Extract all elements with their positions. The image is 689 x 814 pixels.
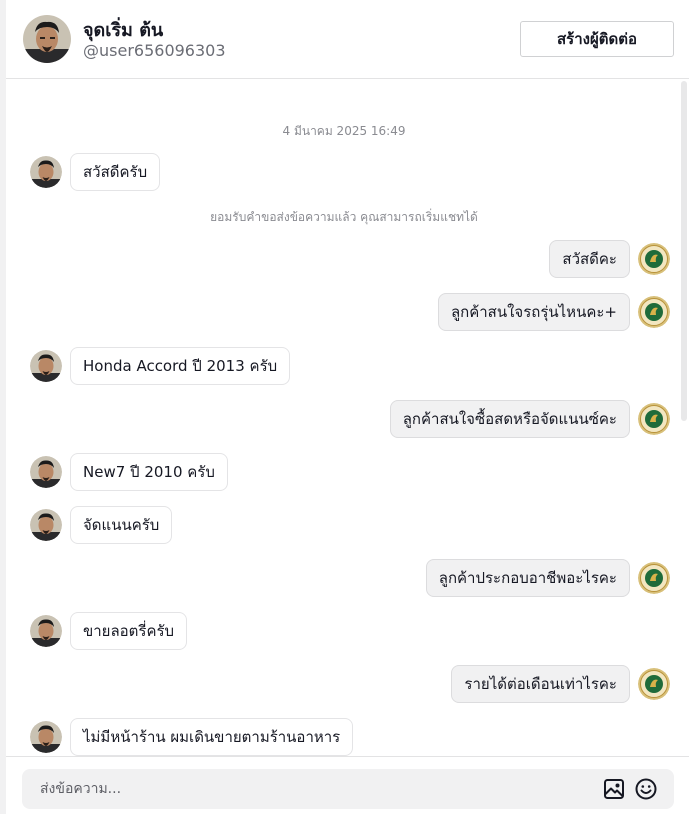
contact-name: จุดเริ่ม ต้น: [83, 20, 164, 41]
my-avatar-small[interactable]: [638, 562, 670, 594]
message-timestamp: 4 มีนาคม 2025 16:49: [282, 124, 406, 138]
create-contact-button[interactable]: สร้างผู้ติดต่อ: [520, 21, 674, 57]
my-avatar-small[interactable]: [638, 296, 670, 328]
message-bubble-received[interactable]: สวัสดีครับ: [70, 153, 161, 191]
message-row: ไม่มีหน้าร้าน ผมเดินขายตามร้านอาหาร: [30, 718, 354, 756]
message-bubble-sent[interactable]: ลูกค้าสนใจซื้อสดหรือจัดแนนซ์คะ: [389, 400, 630, 438]
message-list[interactable]: 4 มีนาคม 2025 16:49 สวัสดีครับ ยอมรับคำข…: [6, 79, 689, 756]
message-composer: [22, 769, 674, 809]
message-row: ขายลอตรี่ครับ: [30, 612, 188, 650]
message-bubble-received[interactable]: Honda Accord ปี 2013 ครับ: [70, 347, 291, 385]
message-bubble-received[interactable]: จัดแนนครับ: [70, 506, 173, 544]
contact-avatar-small[interactable]: [30, 721, 62, 753]
message-row: จัดแนนครับ: [30, 506, 173, 544]
emoji-icon[interactable]: [634, 777, 658, 801]
my-avatar-small[interactable]: [638, 243, 670, 275]
message-row: Honda Accord ปี 2013 ครับ: [30, 347, 291, 385]
message-bubble-sent[interactable]: รายได้ต่อเดือนเท่าไรคะ: [451, 665, 630, 703]
message-bubble-sent[interactable]: สวัสดีคะ: [549, 240, 630, 278]
image-icon[interactable]: [602, 777, 626, 801]
message-bubble-sent[interactable]: ลูกค้าสนใจรถรุ่นไหนคะ+: [437, 293, 630, 331]
message-input[interactable]: [22, 781, 602, 797]
message-row: ลูกค้าประกอบอาชีพอะไรคะ: [425, 559, 670, 597]
message-row: สวัสดีคะ: [549, 240, 670, 278]
message-row: รายได้ต่อเดือนเท่าไรคะ: [451, 665, 670, 703]
contact-avatar-small[interactable]: [30, 509, 62, 541]
message-row: New7 ปี 2010 ครับ: [30, 453, 228, 491]
message-bubble-received[interactable]: New7 ปี 2010 ครับ: [70, 453, 228, 491]
my-avatar-small[interactable]: [638, 668, 670, 700]
composer-area: [6, 756, 689, 814]
contact-avatar-small[interactable]: [30, 156, 62, 188]
message-row: ลูกค้าสนใจซื้อสดหรือจัดแนนซ์คะ: [389, 400, 670, 438]
contact-avatar-small[interactable]: [30, 350, 62, 382]
contact-avatar-small[interactable]: [30, 456, 62, 488]
message-bubble-sent[interactable]: ลูกค้าประกอบอาชีพอะไรคะ: [425, 559, 630, 597]
message-row: สวัสดีครับ: [30, 153, 161, 191]
chat-header: จุดเริ่ม ต้น @user656096303 สร้างผู้ติดต…: [6, 0, 689, 79]
message-bubble-received[interactable]: ขายลอตรี่ครับ: [70, 612, 188, 650]
contact-handle: @user656096303: [83, 41, 226, 60]
message-row: ลูกค้าสนใจรถรุ่นไหนคะ+: [437, 293, 670, 331]
system-notice: ยอมรับคำขอส่งข้อความแล้ว คุณสามารถเริ่มแ…: [210, 210, 478, 224]
message-bubble-received[interactable]: ไม่มีหน้าร้าน ผมเดินขายตามร้านอาหาร: [70, 718, 354, 756]
my-avatar-small[interactable]: [638, 403, 670, 435]
contact-avatar[interactable]: [23, 15, 71, 63]
contact-avatar-small[interactable]: [30, 615, 62, 647]
